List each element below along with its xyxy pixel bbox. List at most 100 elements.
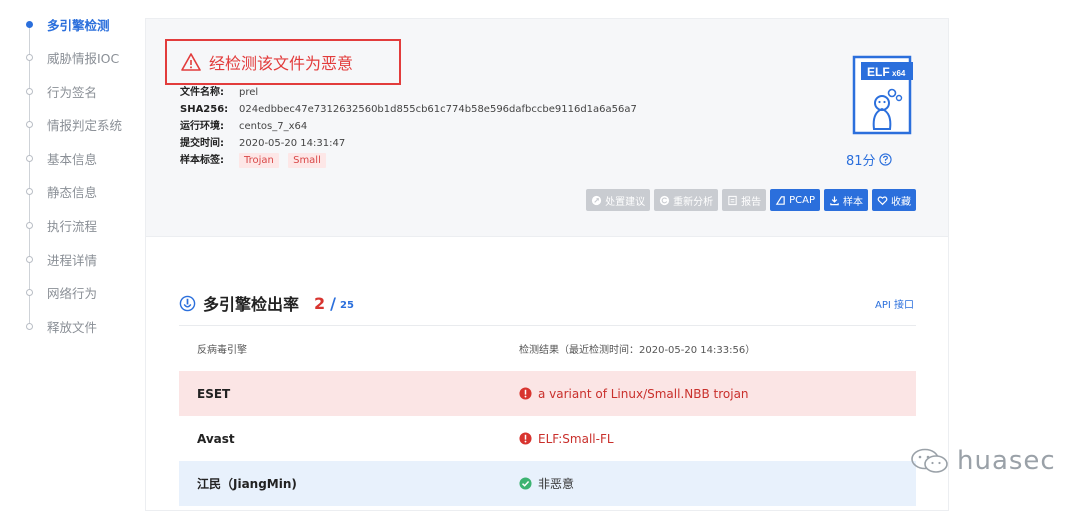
reanalyze-button[interactable]: 重新分析: [654, 189, 719, 211]
nav-item-label: 情报判定系统: [47, 117, 123, 133]
verdict-banner: 经检测该文件为恶意: [165, 39, 401, 85]
tag-list: Trojan Small: [239, 152, 332, 169]
engine-name: Avast: [197, 431, 235, 446]
report-card: 经检测该文件为恶意 文件名称: prel SHA256: 024edbbec47…: [145, 18, 949, 511]
meta-row-sha256: SHA256: 024edbbec47e7312632560b1d855cb61…: [180, 101, 637, 118]
nav-item-label: 执行流程: [47, 218, 98, 234]
sha256-value: 024edbbec47e7312632560b1d855cb61c774b58e…: [239, 104, 637, 115]
nav-item-basic-info[interactable]: 基本信息: [0, 148, 140, 168]
nav-item-static-info[interactable]: 静态信息: [0, 181, 140, 201]
report-label: 报告: [741, 196, 762, 208]
meta-row-env: 运行环境: centos_7_x64: [180, 118, 637, 135]
alert-icon: [519, 387, 532, 400]
reanalyze-label: 重新分析: [673, 196, 714, 208]
nav-item-label: 进程详情: [47, 252, 98, 268]
file-type-badge: ELF: [867, 65, 890, 79]
submit-time-value: 2020-05-20 14:31:47: [239, 138, 346, 149]
elf-file-icon: ELF x64: [850, 53, 914, 137]
nav-dot: [26, 187, 33, 195]
meta-row-tags: 样本标签: Trojan Small: [180, 152, 637, 169]
nav-item-ioc[interactable]: 威胁情报IOC: [0, 47, 140, 67]
wechat-icon: [911, 448, 948, 473]
advice-button[interactable]: 处置建议: [586, 189, 651, 211]
column-header-result: 检测结果（最近检测时间：2020-05-20 14:33:56）: [519, 345, 756, 356]
sample-label: 样本: [843, 196, 863, 208]
nav-item-label: 网络行为: [47, 285, 98, 301]
nav-dot: [26, 322, 33, 330]
nav-item-exec-flow[interactable]: 执行流程: [0, 215, 140, 235]
favorite-label: 收藏: [891, 196, 911, 208]
favorite-button[interactable]: 收藏: [872, 189, 916, 211]
api-link[interactable]: API 接口: [875, 296, 914, 311]
heart-icon: [877, 195, 888, 205]
file-name-value: prel: [239, 87, 259, 98]
warning-icon: [181, 53, 201, 71]
detection-heading: 多引擎检出率 2 / 25: [179, 291, 354, 315]
file-summary: 经检测该文件为恶意 文件名称: prel SHA256: 024edbbec47…: [146, 19, 948, 237]
help-icon[interactable]: [878, 153, 892, 166]
alert-icon: [519, 432, 532, 445]
detection-title: 多引擎检出率: [203, 295, 300, 314]
nav-timeline: [29, 24, 30, 326]
tag-badge[interactable]: Trojan: [239, 153, 279, 168]
nav-dot: [26, 120, 33, 128]
meta-row-submit-time: 提交时间: 2020-05-20 14:31:47: [180, 135, 637, 152]
engine-total: 25: [340, 299, 354, 311]
pcap-button[interactable]: PCAP: [770, 189, 820, 211]
nav-item-network[interactable]: 网络行为: [0, 282, 140, 302]
nav-item-multi-engine[interactable]: 多引擎检测: [0, 14, 140, 34]
meta-key: 样本标签:: [180, 155, 224, 166]
nav-dot: [26, 154, 33, 162]
watermark: huasec: [909, 446, 1056, 476]
report-icon: [728, 195, 737, 205]
nav-dot: [26, 87, 33, 95]
nav-item-label: 基本信息: [47, 151, 98, 167]
detection-slash: /: [330, 293, 336, 313]
result-text: ELF:Small-FL: [538, 431, 614, 446]
check-circle-icon: [519, 477, 532, 490]
nav-item-label: 多引擎检测: [47, 17, 110, 33]
nav-item-label: 静态信息: [47, 184, 98, 200]
action-bar: 处置建议 重新分析 报告 PCAP 样本 收藏: [586, 189, 916, 211]
pcap-icon: [775, 195, 785, 205]
column-header-engine: 反病毒引擎: [197, 345, 247, 356]
linux-file-icon: ELF x64: [852, 55, 913, 135]
engine-name: 江民（JiangMin): [197, 477, 297, 491]
meta-row-filename: 文件名称: prel: [180, 84, 637, 101]
nav-item-process-detail[interactable]: 进程详情: [0, 249, 140, 269]
table-row: Avast ELF:Small-FL: [179, 416, 916, 461]
nav-dot: [26, 20, 33, 28]
section-nav: 多引擎检测 威胁情报IOC 行为签名 情报判定系统 基本信息 静态信息 执行流程…: [0, 0, 145, 511]
shield-scan-icon: [179, 295, 196, 311]
table-header: 反病毒引擎 检测结果（最近检测时间：2020-05-20 14:33:56）: [179, 326, 916, 371]
nav-dot: [26, 221, 33, 229]
nav-item-label: 释放文件: [47, 319, 98, 335]
detected-count: 2: [314, 293, 326, 313]
watermark-text: huasec: [957, 446, 1056, 476]
result-text: 非恶意: [538, 477, 575, 491]
meta-key: 文件名称:: [180, 87, 224, 98]
detection-table: 反病毒引擎 检测结果（最近检测时间：2020-05-20 14:33:56） E…: [179, 326, 916, 506]
verdict-text: 经检测该文件为恶意: [209, 54, 354, 73]
report-button[interactable]: 报告: [722, 189, 767, 211]
file-meta: 文件名称: prel SHA256: 024edbbec47e731263256…: [180, 84, 637, 169]
meta-key: 提交时间:: [180, 138, 224, 149]
nav-item-label: 行为签名: [47, 84, 98, 100]
tag-badge[interactable]: Small: [288, 153, 326, 168]
nav-dot: [26, 255, 33, 263]
nav-item-intel-verdict[interactable]: 情报判定系统: [0, 114, 140, 134]
meta-key: SHA256:: [180, 104, 229, 115]
result-text: a variant of Linux/Small.NBB trojan: [538, 386, 749, 401]
pcap-label: PCAP: [789, 194, 815, 206]
meta-key: 运行环境:: [180, 121, 224, 132]
detection-result: ELF:Small-FL: [519, 432, 614, 446]
score-value: 81分: [846, 154, 876, 169]
advice-label: 处置建议: [605, 196, 646, 208]
nav-item-behavior-signature[interactable]: 行为签名: [0, 81, 140, 101]
nav-item-label: 威胁情报IOC: [47, 50, 120, 66]
detection-result: 非恶意: [519, 475, 574, 492]
sample-download-button[interactable]: 样本: [824, 189, 868, 211]
nav-item-dropped-files[interactable]: 释放文件: [0, 316, 140, 336]
refresh-icon: [660, 195, 670, 205]
table-row: 江民（JiangMin) 非恶意: [179, 461, 916, 506]
